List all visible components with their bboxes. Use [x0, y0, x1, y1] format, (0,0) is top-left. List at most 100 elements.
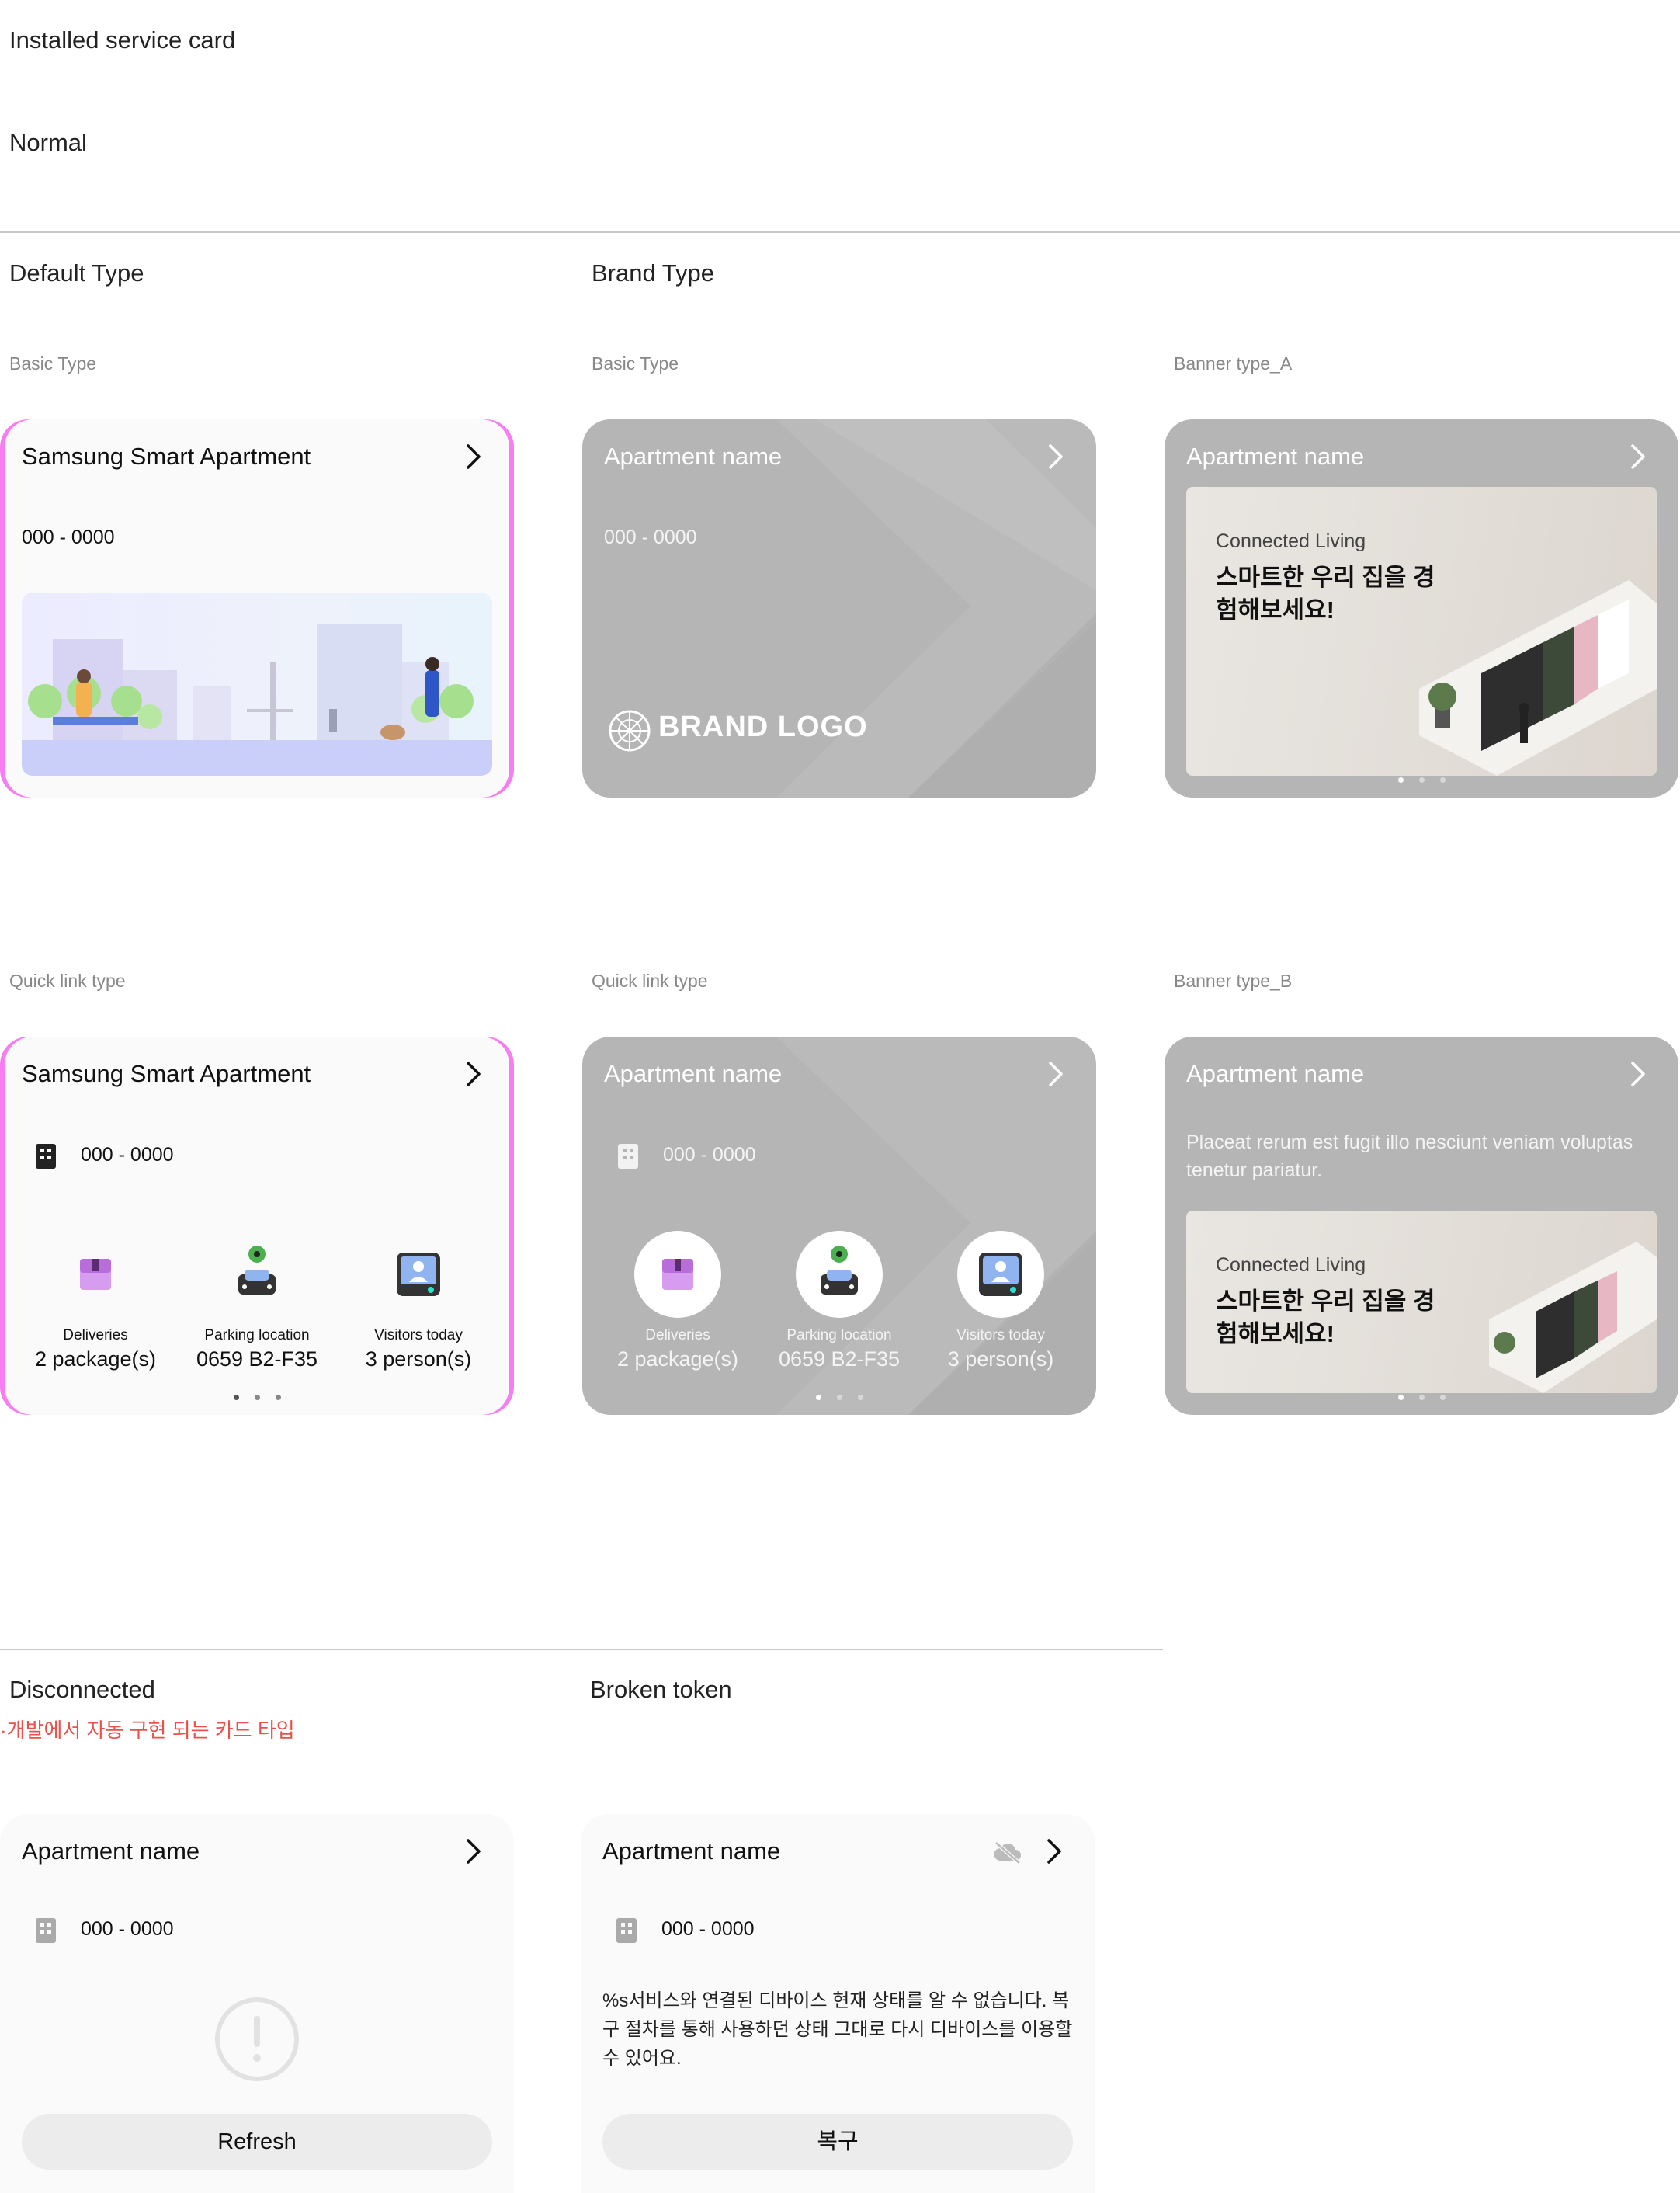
quick-link-visitors[interactable]: Visitors today 3 person(s) [337, 1231, 500, 1371]
banner-label: Connected Living [1216, 1254, 1366, 1276]
card-title: Apartment name [1186, 443, 1365, 470]
package-icon [52, 1231, 139, 1318]
building-icon [33, 1913, 59, 1945]
card-number: 000 - 0000 [22, 527, 115, 548]
card-title: Apartment name [604, 1060, 783, 1087]
banner-headline: 스마트한 우리 집을 경험해보세요! [1216, 1288, 1435, 1347]
quick-link-label: Parking location [786, 1327, 892, 1343]
page-dot[interactable] [1397, 1395, 1404, 1400]
chevron-right-icon[interactable] [1627, 1060, 1649, 1088]
quick-link-value: 0659 B2-F35 [196, 1347, 318, 1371]
section-broken-token: Broken token [590, 1676, 732, 1703]
building-icon [613, 1913, 640, 1945]
label-quick-link: Quick link type [592, 971, 708, 991]
car-icon [796, 1231, 883, 1318]
cloud-off-icon [992, 1840, 1023, 1865]
section-default-type: Default Type [9, 259, 144, 287]
brand-quicklink-card[interactable]: Apartment name 000 - 0000 Deliveries 2 p… [582, 1037, 1096, 1415]
quick-link-deliveries[interactable]: Deliveries 2 package(s) [14, 1231, 177, 1371]
chevron-right-icon[interactable] [1045, 443, 1067, 471]
banner-b-card[interactable]: Apartment name Placeat rerum est fugit i… [1165, 1037, 1678, 1415]
quick-link-value: 2 package(s) [616, 1347, 739, 1371]
card-number: 000 - 0000 [81, 1144, 174, 1166]
page-dot[interactable] [275, 1395, 281, 1400]
card-title: Samsung Smart Apartment [22, 443, 311, 470]
divider [0, 1649, 1163, 1650]
building-icon [33, 1139, 59, 1170]
visitor-icon [375, 1231, 462, 1318]
broken-token-card[interactable]: Apartment name 000 - 0000 %s서비스와 연결된 디바이… [581, 1814, 1095, 2193]
card-number: 000 - 0000 [661, 1918, 755, 1940]
divider [0, 231, 1680, 233]
chevron-right-icon[interactable] [463, 1060, 484, 1088]
pagination-dots[interactable] [0, 1390, 514, 1404]
refresh-button[interactable]: Refresh [22, 2114, 492, 2170]
brand-logo-text: BRAND LOGO [658, 711, 868, 743]
banner-label: Connected Living [1216, 530, 1366, 552]
brand-logo-icon [607, 708, 652, 753]
label-basic-type: Basic Type [592, 353, 679, 374]
quick-link-label: Deliveries [63, 1327, 128, 1343]
pagination-dots[interactable] [582, 1390, 1096, 1404]
page-dot[interactable] [1439, 1395, 1446, 1400]
brand-basic-card[interactable]: Apartment name 000 - 0000 BRAND LOGO [582, 419, 1096, 798]
card-number: 000 - 0000 [663, 1144, 756, 1166]
promo-banner[interactable]: Connected Living 스마트한 우리 집을 경험해보세요! [1186, 1211, 1657, 1393]
card-title: Apartment name [22, 1837, 200, 1865]
building-icon [615, 1139, 641, 1170]
banner-a-card[interactable]: Apartment name Connected Living 스마트한 우리 … [1165, 419, 1678, 798]
apartment-illustration [22, 593, 492, 776]
section-brand-type: Brand Type [592, 259, 714, 287]
quick-link-value: 2 package(s) [34, 1347, 157, 1371]
card-title: Samsung Smart Apartment [22, 1060, 311, 1087]
card-number: 000 - 0000 [81, 1918, 174, 1940]
quick-link-value: 0659 B2-F35 [778, 1347, 901, 1371]
pagination-dots[interactable] [1165, 1390, 1678, 1404]
error-message: %s서비스와 연결된 디바이스 현재 상태를 알 수 없습니다. 복구 절차를 … [602, 1990, 1073, 2069]
quick-link-visitors[interactable]: Visitors today 3 person(s) [919, 1231, 1082, 1371]
quick-link-label: Visitors today [956, 1327, 1045, 1343]
car-icon [213, 1231, 300, 1318]
card-description: Placeat rerum est fugit illo nesciunt ve… [1186, 1131, 1633, 1181]
label-banner-b: Banner type_B [1174, 971, 1293, 991]
card-title: Apartment name [602, 1837, 781, 1865]
restore-button[interactable]: 복구 [602, 2114, 1073, 2170]
page-subtitle: Normal [9, 129, 87, 156]
warning-icon [213, 1996, 300, 2083]
page-dot[interactable] [254, 1395, 260, 1400]
page-dot[interactable] [1418, 1395, 1425, 1400]
default-basic-card[interactable]: Samsung Smart Apartment 000 - 0000 [0, 419, 514, 798]
room-illustration [1489, 1242, 1657, 1393]
label-basic-type: Basic Type [9, 353, 97, 374]
pagination-dots[interactable] [1165, 773, 1678, 787]
page-dot[interactable] [1439, 777, 1446, 783]
chevron-right-icon[interactable] [1043, 1837, 1065, 1865]
page-dot[interactable] [1418, 777, 1425, 783]
package-icon [634, 1231, 721, 1318]
chevron-right-icon[interactable] [1045, 1060, 1067, 1088]
page-dot[interactable] [1397, 777, 1404, 783]
page-dot[interactable] [857, 1395, 863, 1400]
page-dot[interactable] [233, 1395, 239, 1400]
section-disconnected: Disconnected [9, 1676, 155, 1703]
quick-link-value: 3 person(s) [365, 1347, 472, 1371]
promo-banner[interactable]: Connected Living 스마트한 우리 집을 경험해보세요! [1186, 487, 1657, 776]
quick-link-deliveries[interactable]: Deliveries 2 package(s) [596, 1231, 759, 1371]
disconnected-card[interactable]: Apartment name 000 - 0000 Refresh [0, 1814, 514, 2193]
quick-link-parking[interactable]: Parking location 0659 B2-F35 [758, 1231, 921, 1371]
chevron-right-icon[interactable] [463, 1837, 484, 1865]
quick-link-parking[interactable]: Parking location 0659 B2-F35 [175, 1231, 338, 1371]
chevron-right-icon[interactable] [463, 443, 484, 471]
page-dot[interactable] [815, 1395, 821, 1400]
card-title: Apartment name [604, 443, 783, 470]
label-quick-link: Quick link type [9, 971, 126, 991]
quick-link-label: Parking location [204, 1327, 310, 1343]
default-quicklink-card[interactable]: Samsung Smart Apartment 000 - 0000 Deliv… [0, 1037, 514, 1415]
quick-links: Deliveries 2 package(s) Parking location… [0, 1231, 514, 1386]
quick-links: Deliveries 2 package(s) Parking location… [582, 1231, 1096, 1386]
label-banner-a: Banner type_A [1174, 353, 1293, 374]
chevron-right-icon[interactable] [1627, 443, 1649, 471]
page-dot[interactable] [836, 1395, 842, 1400]
quick-link-value: 3 person(s) [947, 1347, 1054, 1371]
quick-link-label: Visitors today [374, 1327, 463, 1343]
